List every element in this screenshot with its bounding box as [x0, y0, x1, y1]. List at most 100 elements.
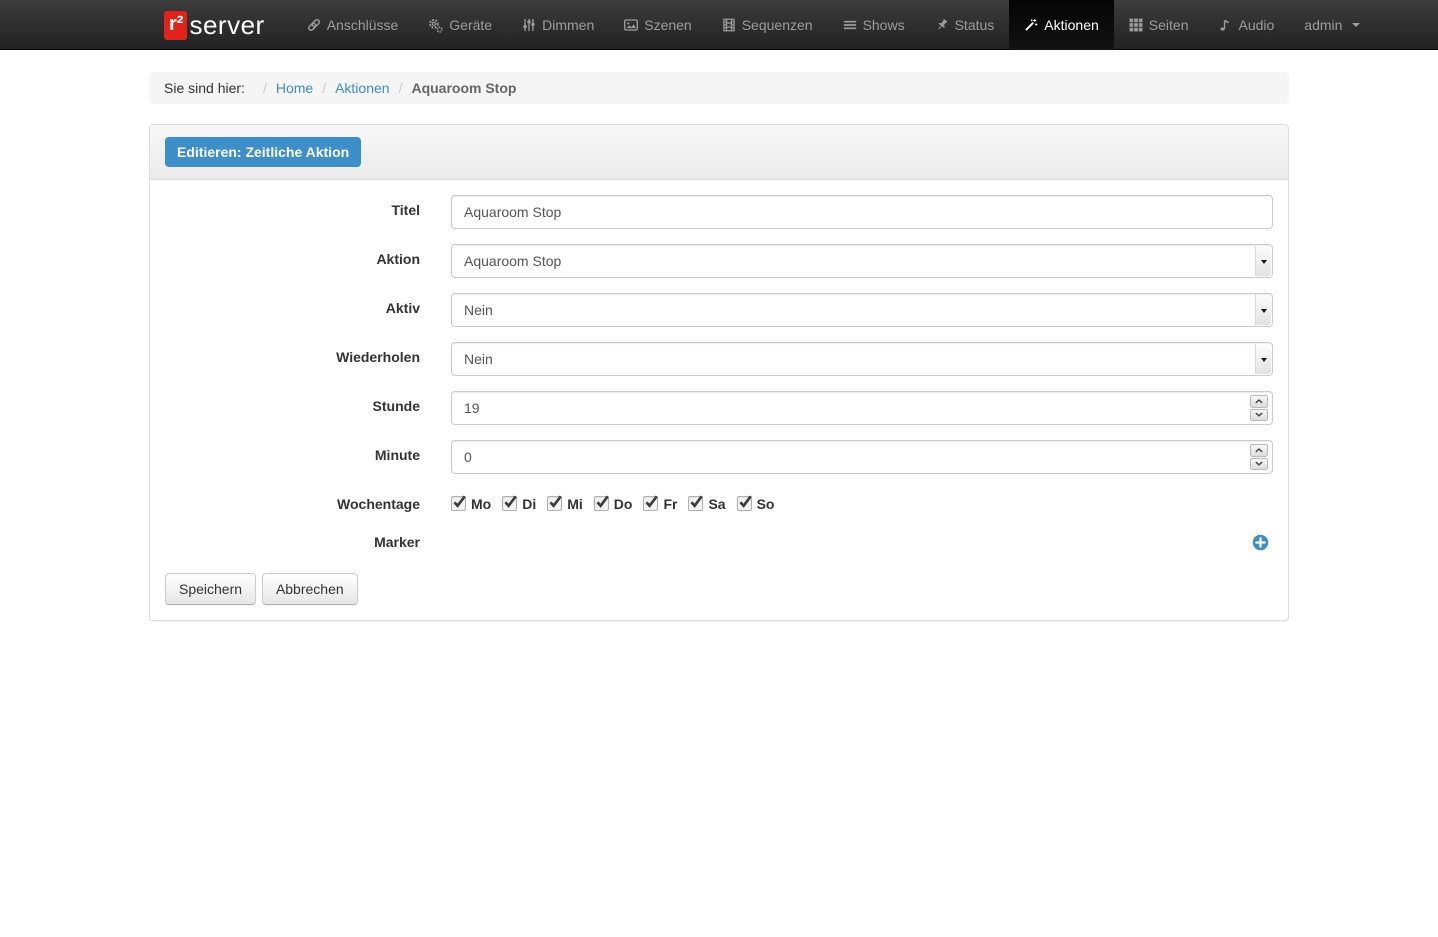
picture-icon — [624, 18, 638, 32]
weekday-label: Mi — [567, 496, 583, 512]
minute-control — [451, 440, 1273, 474]
weekday-checkbox-di[interactable]: Di — [502, 496, 536, 512]
navbar: r² server Anschlüsse Geräte Dimmen Szenen Se… — [0, 0, 1438, 50]
weekday-label: So — [757, 496, 775, 512]
chevron-up-icon — [1255, 399, 1263, 404]
panel-heading: Editieren: Zeitliche Aktion — [150, 125, 1288, 180]
save-button[interactable]: Speichern — [165, 573, 256, 605]
nav-item-dimmen[interactable]: Dimmen — [507, 0, 609, 50]
breadcrumb-link-home[interactable]: Home — [276, 80, 313, 96]
wiederholen-label: Wiederholen — [165, 342, 420, 376]
breadcrumb-separator: / — [399, 80, 403, 96]
wiederholen-select-value: Nein — [464, 351, 493, 367]
navbar-inner: r² server Anschlüsse Geräte Dimmen Szenen Se… — [149, 0, 1289, 50]
brand[interactable]: r² server — [149, 0, 280, 50]
nav-item-anschlüsse[interactable]: Anschlüsse — [292, 0, 414, 50]
nav-item-label: Audio — [1238, 17, 1274, 33]
wochentage-row: Wochentage MoDiMiDoFrSaSo — [165, 489, 1273, 512]
weekday-checkbox-mi[interactable]: Mi — [547, 496, 583, 512]
list-icon — [843, 18, 857, 32]
minute-decrement-button[interactable] — [1250, 458, 1268, 471]
check-icon — [595, 494, 610, 509]
wiederholen-select[interactable]: Nein — [451, 342, 1273, 376]
nav-item-label: Seiten — [1149, 17, 1189, 33]
brand-logo-mark: r² — [164, 11, 187, 40]
stunde-decrement-button[interactable] — [1250, 409, 1268, 422]
stunde-label: Stunde — [165, 391, 420, 425]
stunde-input[interactable] — [451, 391, 1273, 425]
checkbox-checked[interactable] — [737, 496, 752, 511]
aktiv-select[interactable]: Nein — [451, 293, 1273, 327]
marker-label: Marker — [165, 527, 420, 554]
breadcrumb-link-aktionen[interactable]: Aktionen — [335, 80, 389, 96]
page-container: Sie sind hier: / Home / Aktionen / Aquar… — [149, 72, 1289, 621]
form-buttons: Speichern Abbrechen — [165, 573, 1273, 605]
add-marker-button[interactable] — [1252, 534, 1269, 551]
chevron-down-icon — [1255, 412, 1263, 417]
weekday-checkbox-sa[interactable]: Sa — [688, 496, 725, 512]
breadcrumb-prefix: Sie sind hier: — [164, 80, 245, 96]
minute-input[interactable] — [451, 440, 1273, 474]
nav-item-seiten[interactable]: Seiten — [1114, 0, 1204, 50]
titel-input[interactable] — [451, 195, 1273, 229]
cancel-button[interactable]: Abbrechen — [262, 573, 358, 605]
check-icon — [644, 494, 659, 509]
weekday-checkbox-mo[interactable]: Mo — [451, 496, 491, 512]
link-icon — [307, 18, 321, 32]
aktiv-select-value: Nein — [464, 302, 493, 318]
panel-title-badge: Editieren: Zeitliche Aktion — [165, 137, 361, 167]
pushpin-icon — [935, 18, 949, 32]
chevron-up-icon — [1255, 448, 1263, 453]
gears-icon — [428, 18, 443, 33]
weekday-checkbox-so[interactable]: So — [737, 496, 775, 512]
nav-item-szenen[interactable]: Szenen — [609, 0, 706, 50]
checkbox-checked[interactable] — [451, 496, 466, 511]
aktiv-label: Aktiv — [165, 293, 420, 327]
stunde-control — [451, 391, 1273, 425]
nav-item-label: Anschlüsse — [327, 17, 399, 33]
chevron-down-icon — [1255, 461, 1263, 466]
weekday-label: Fr — [663, 496, 677, 512]
nav-item-label: Szenen — [644, 17, 691, 33]
check-icon — [548, 494, 563, 509]
checkbox-checked[interactable] — [643, 496, 658, 511]
nav-item-sequenzen[interactable]: Sequenzen — [707, 0, 828, 50]
weekday-label: Di — [522, 496, 536, 512]
stunde-increment-button[interactable] — [1250, 395, 1268, 408]
checkbox-checked[interactable] — [594, 496, 609, 511]
check-icon — [503, 494, 518, 509]
stunde-row: Stunde — [165, 391, 1273, 425]
music-icon — [1218, 18, 1232, 32]
nav-item-audio[interactable]: Audio — [1203, 0, 1289, 50]
nav-item-aktionen[interactable]: Aktionen — [1009, 0, 1113, 50]
nav-item-shows[interactable]: Shows — [828, 0, 920, 50]
titel-row: Titel — [165, 195, 1273, 229]
wiederholen-control: Nein — [451, 342, 1273, 376]
aktion-label: Aktion — [165, 244, 420, 278]
minute-increment-button[interactable] — [1250, 444, 1268, 457]
breadcrumb-separator: / — [263, 80, 267, 96]
titel-control — [451, 195, 1273, 229]
weekday-label: Sa — [708, 496, 725, 512]
minute-spinner — [1250, 444, 1268, 470]
aktion-control: Aquaroom Stop — [451, 244, 1273, 278]
checkbox-checked[interactable] — [547, 496, 562, 511]
checkbox-checked[interactable] — [502, 496, 517, 511]
breadcrumb-separator: / — [322, 80, 326, 96]
marker-row: Marker — [165, 527, 1273, 554]
nav-item-label: Geräte — [449, 17, 492, 33]
brand-logo-text: server — [189, 10, 264, 41]
weekday-checkbox-fr[interactable]: Fr — [643, 496, 677, 512]
weekday-checkbox-do[interactable]: Do — [594, 496, 633, 512]
checkbox-checked[interactable] — [688, 496, 703, 511]
aktion-select[interactable]: Aquaroom Stop — [451, 244, 1273, 278]
aktion-select-value: Aquaroom Stop — [464, 253, 561, 269]
weekday-label: Do — [614, 496, 633, 512]
user-menu-label: admin — [1304, 17, 1342, 33]
film-icon — [722, 18, 736, 32]
nav-item-label: Dimmen — [542, 17, 594, 33]
user-menu[interactable]: admin — [1289, 0, 1375, 50]
nav-item-geräte[interactable]: Geräte — [413, 0, 507, 50]
nav-item-status[interactable]: Status — [920, 0, 1010, 50]
dropdown-caret-icon — [1255, 344, 1271, 374]
